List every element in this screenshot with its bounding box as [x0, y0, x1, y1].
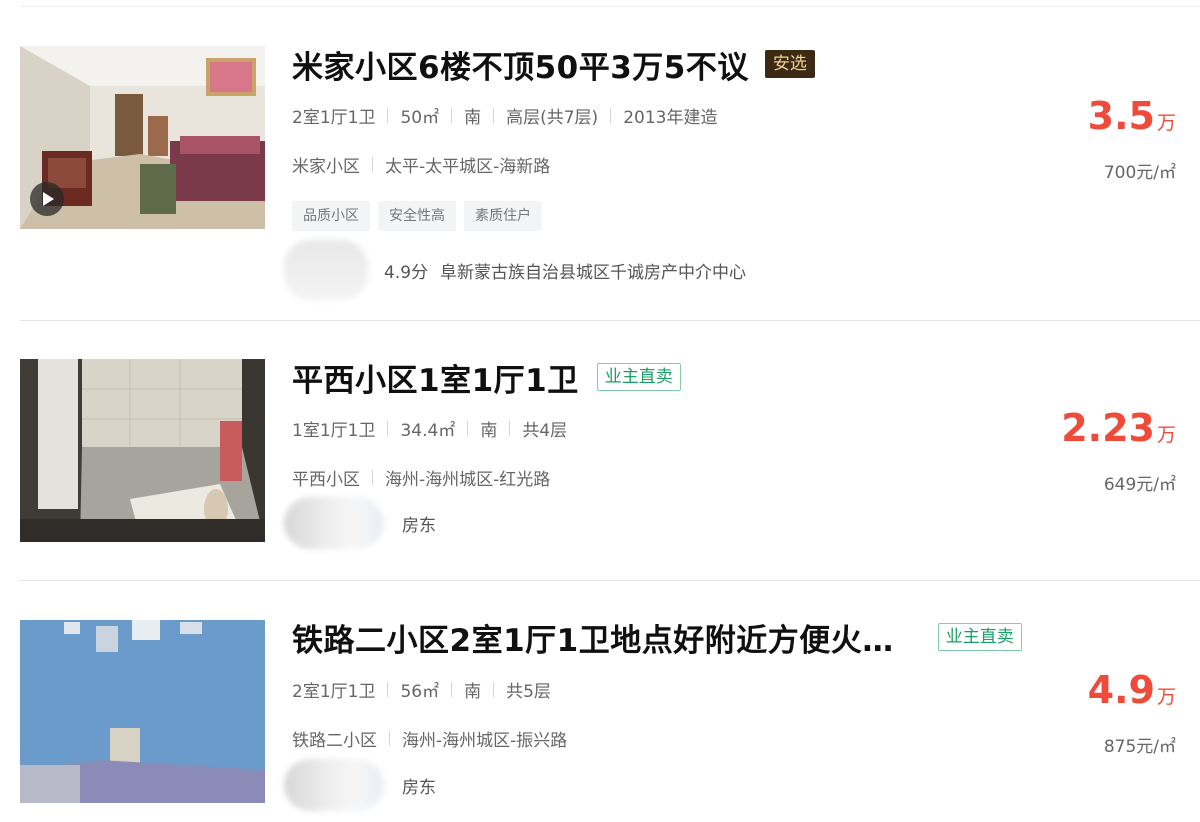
price-value: 4.9: [1087, 668, 1155, 712]
unit-price: 875元/㎡: [1103, 737, 1176, 757]
area: 34.4㎡: [400, 421, 456, 441]
bedroom-photo: [20, 620, 265, 803]
location-link[interactable]: 太平-太平城区-海新路: [385, 152, 550, 177]
owner-direct-badge: 业主直卖: [596, 363, 681, 391]
owner-avatar: [284, 759, 384, 811]
listing-specs: 1室1厅1卫 34.4㎡ 南 共4层: [292, 416, 567, 441]
price-value: 2.23: [1061, 406, 1155, 450]
listing-title-row: 平西小区1室1厅1卫 业主直卖: [292, 355, 681, 400]
tag: 安全性高: [378, 201, 456, 231]
listing-address: 铁路二小区 海州-海州城区-振兴路: [292, 726, 567, 751]
total-price: 3.5 万: [1088, 94, 1176, 138]
listing-specs: 2室1厅1卫 50㎡ 南 高层(共7层) 2013年建造: [292, 103, 717, 128]
tag: 品质小区: [292, 201, 370, 231]
agent-info[interactable]: 4.9分 阜新蒙古族自治县城区千诚房产中介中心: [284, 240, 746, 300]
listing-address: 米家小区 太平-太平城区-海新路: [292, 152, 550, 177]
location-link[interactable]: 海州-海州城区-振兴路: [402, 726, 567, 751]
orientation: 南: [480, 421, 498, 441]
floor: 共4层: [522, 421, 568, 441]
listing-specs: 2室1厅1卫 56㎡ 南 共5层: [292, 677, 551, 702]
layout: 2室1厅1卫: [292, 108, 376, 128]
agent-company[interactable]: 阜新蒙古族自治县城区千诚房产中介中心: [440, 258, 746, 283]
owner-label: 房东: [402, 515, 436, 536]
listing-title[interactable]: 平西小区1室1厅1卫: [292, 355, 579, 400]
listing-title[interactable]: 铁路二小区2室1厅1卫地点好附近方便火…: [292, 615, 894, 660]
agent-avatar: [284, 240, 368, 300]
owner-label: 房东: [402, 777, 436, 798]
community-link[interactable]: 平西小区: [292, 465, 360, 490]
listing-card[interactable]: 平西小区1室1厅1卫 业主直卖 1室1厅1卫 34.4㎡ 南 共4层 平西小区 …: [0, 321, 1200, 580]
community-link[interactable]: 米家小区: [292, 152, 360, 177]
owner-avatar: [284, 497, 384, 549]
layout: 1室1厅1卫: [292, 421, 376, 441]
total-price: 2.23 万: [1061, 406, 1176, 450]
area: 50㎡: [400, 108, 440, 128]
listing-photo[interactable]: [20, 620, 265, 803]
agent-score: 4.9分: [384, 262, 429, 283]
unit-price: 649元/㎡: [1103, 475, 1176, 495]
owner-info[interactable]: 房东: [284, 759, 436, 811]
listing-card[interactable]: 米家小区6楼不顶50平3万5不议 安选 2室1厅1卫 50㎡ 南 高层(共7层)…: [0, 0, 1200, 320]
listing-title[interactable]: 米家小区6楼不顶50平3万5不议: [292, 42, 749, 87]
owner-direct-badge: 业主直卖: [937, 623, 1022, 651]
tag: 素质住户: [464, 201, 542, 231]
orientation: 南: [464, 682, 482, 702]
listing-title-row: 米家小区6楼不顶50平3万5不议 安选: [292, 42, 815, 87]
room-photo: [20, 359, 265, 542]
price-unit: 万: [1156, 424, 1176, 446]
unit-price: 700元/㎡: [1103, 163, 1176, 183]
build-year: 2013年建造: [623, 108, 718, 128]
listing-title-row: 铁路二小区2室1厅1卫地点好附近方便火… 业主直卖: [292, 615, 1022, 660]
community-link[interactable]: 铁路二小区: [292, 726, 377, 751]
tag-list: 品质小区 安全性高 素质住户: [292, 201, 542, 231]
play-icon[interactable]: [30, 182, 64, 216]
listing-card[interactable]: 铁路二小区2室1厅1卫地点好附近方便火… 业主直卖 2室1厅1卫 56㎡ 南 共…: [0, 581, 1200, 822]
floor: 共5层: [506, 682, 551, 702]
price-unit: 万: [1156, 686, 1176, 708]
floor: 高层(共7层): [506, 108, 599, 128]
listing-photo[interactable]: [20, 359, 265, 542]
owner-info[interactable]: 房东: [284, 497, 436, 549]
listing-photo[interactable]: [20, 46, 265, 229]
area: 56㎡: [400, 682, 440, 702]
price-value: 3.5: [1087, 94, 1155, 138]
anxuan-badge: 安选: [764, 50, 815, 78]
price-unit: 万: [1156, 112, 1176, 134]
total-price: 4.9 万: [1088, 668, 1176, 712]
layout: 2室1厅1卫: [292, 682, 376, 702]
listing-address: 平西小区 海州-海州城区-红光路: [292, 465, 550, 490]
location-link[interactable]: 海州-海州城区-红光路: [385, 465, 550, 490]
orientation: 南: [464, 108, 482, 128]
